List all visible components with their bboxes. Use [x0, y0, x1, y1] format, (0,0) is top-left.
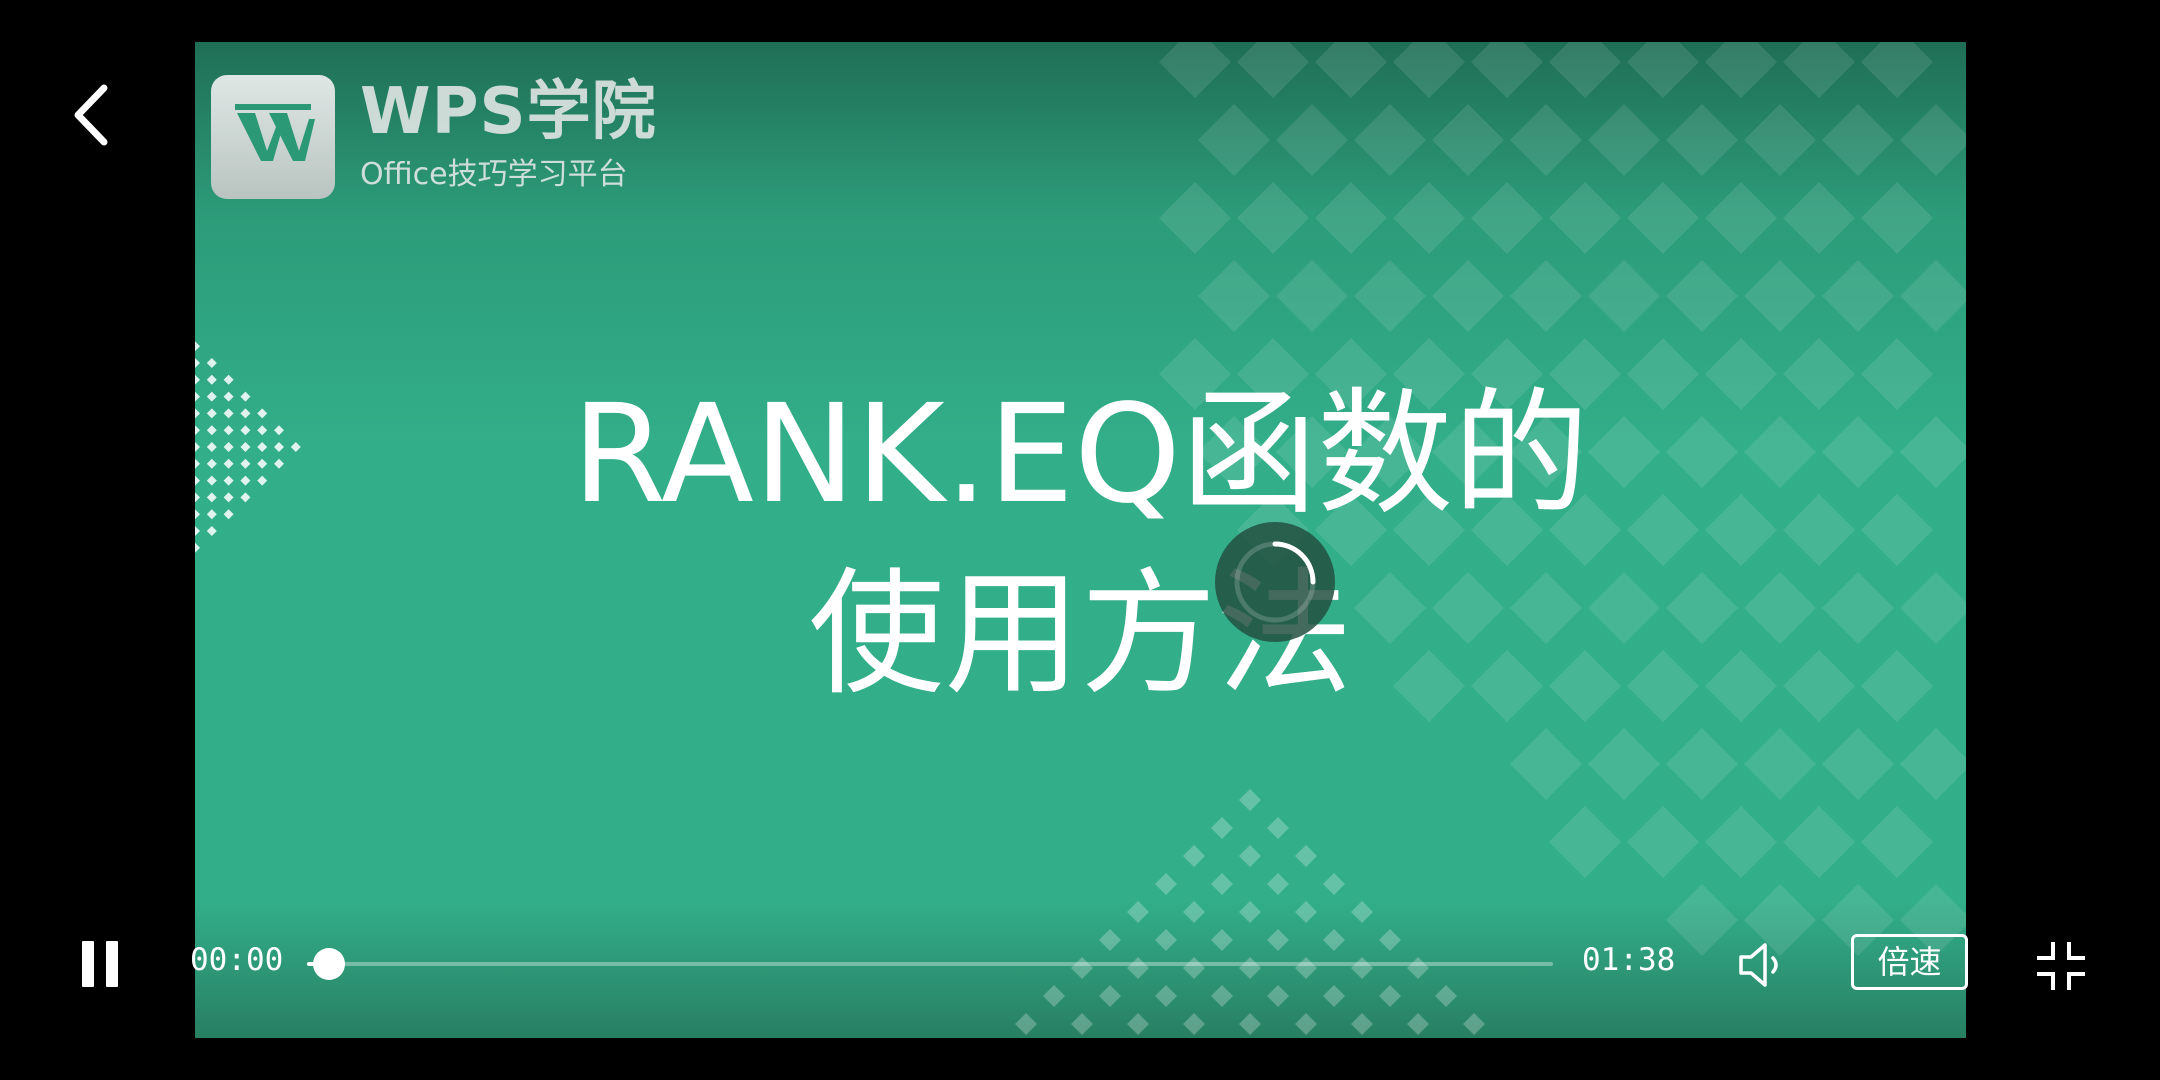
video-frame[interactable]: WPS学院 Office技巧学习平台 RANK.EQ函数的 使用方法 [195, 42, 1966, 1038]
video-title-line-2: 使用方法 [808, 556, 1353, 714]
back-arrow-icon [74, 84, 108, 146]
progress-slider[interactable] [307, 948, 1553, 980]
wps-logo-icon [211, 75, 335, 199]
volume-button[interactable] [1735, 937, 1791, 993]
current-time: 00:00 [190, 942, 284, 978]
back-button[interactable] [60, 80, 120, 150]
video-player[interactable]: WPS学院 Office技巧学习平台 RANK.EQ函数的 使用方法 00:00… [0, 0, 2160, 1080]
exit-fullscreen-icon [2037, 942, 2085, 990]
playback-speed-button[interactable]: 倍速 [1851, 934, 1968, 990]
brand-subtitle: Office技巧学习平台 [360, 157, 628, 192]
video-title-line-1: RANK.EQ函数的 [571, 376, 1590, 534]
loading-spinner-icon [1215, 522, 1335, 642]
pause-button[interactable] [70, 935, 130, 995]
brand-title: WPS学院 [360, 75, 657, 149]
exit-fullscreen-button[interactable] [2035, 940, 2087, 992]
volume-icon [1739, 943, 1778, 987]
total-time: 01:38 [1582, 942, 1676, 978]
